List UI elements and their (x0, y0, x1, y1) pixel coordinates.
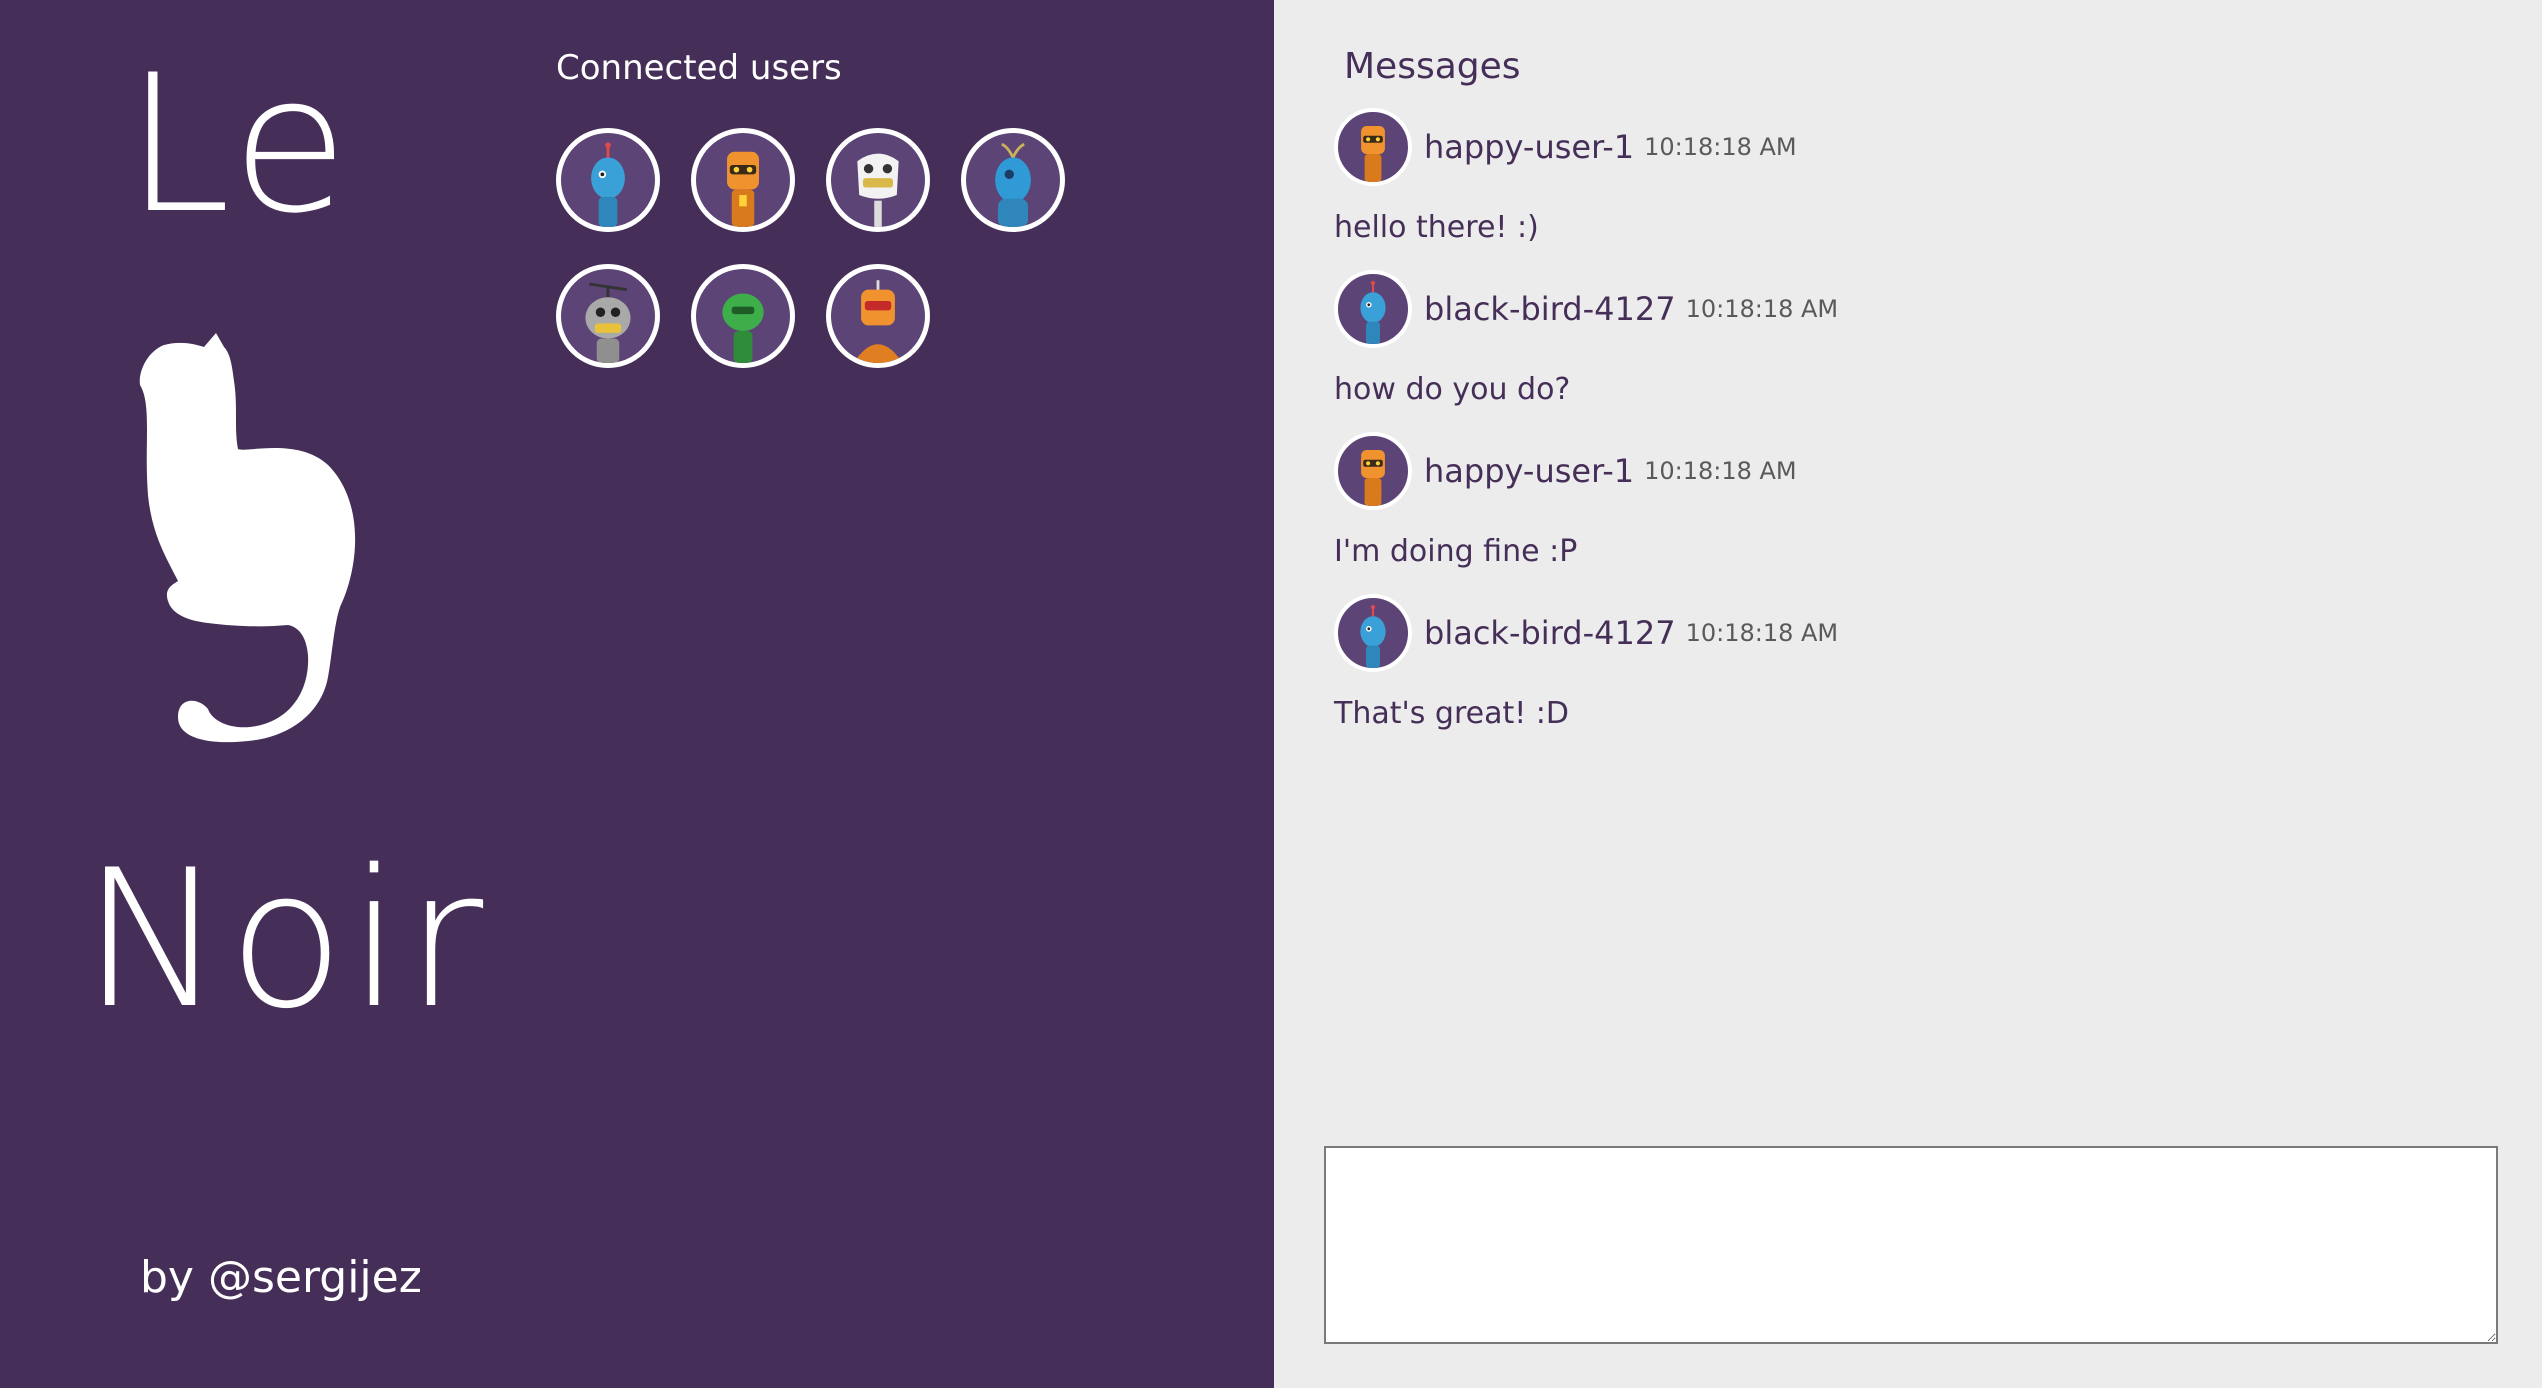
user-avatar-grey-propeller-robot[interactable] (556, 264, 660, 368)
green-robot-icon (722, 293, 764, 363)
blue-antenna-robot-icon (1360, 281, 1386, 344)
message-text: I'm doing fine :P (1334, 534, 1578, 569)
connected-users-list (556, 128, 1196, 368)
message-list: happy-user-1 10:18:18 AM hello there! :)… (1334, 106, 2484, 754)
blue-antenna-robot-icon (591, 142, 625, 227)
message-header: black-bird-4127 10:18:18 AM (1334, 592, 2484, 674)
grey-propeller-robot-icon (585, 282, 631, 363)
logo-title-top: Le (125, 34, 353, 255)
message-header: happy-user-1 10:18:18 AM (1334, 106, 2484, 188)
sidebar-panel: Le Noir by @sergijez Connected users (0, 0, 1274, 1388)
user-avatar-blue-antenna-robot[interactable] (556, 128, 660, 232)
byline: by @sergijez (140, 1252, 422, 1303)
message-header: happy-user-1 10:18:18 AM (1334, 430, 2484, 512)
orange-visor-robot-icon (727, 151, 759, 227)
user-avatar-orange-visor-robot[interactable] (691, 128, 795, 232)
message-item: happy-user-1 10:18:18 AM I'm doing fine … (1334, 430, 2484, 592)
message-item: black-bird-4127 10:18:18 AM how do you d… (1334, 268, 2484, 430)
user-avatar-blue-sprout-robot[interactable] (961, 128, 1065, 232)
message-username: black-bird-4127 (1424, 290, 1676, 328)
message-text: That's great! :D (1334, 696, 1569, 731)
message-item: black-bird-4127 10:18:18 AM That's great… (1334, 592, 2484, 754)
message-username: happy-user-1 (1424, 128, 1635, 166)
message-timestamp: 10:18:18 AM (1685, 295, 1839, 323)
message-username: black-bird-4127 (1424, 614, 1676, 652)
logo-title-bottom: Noir (82, 829, 488, 1050)
message-header: black-bird-4127 10:18:18 AM (1334, 268, 2484, 350)
message-avatar[interactable] (1334, 432, 1412, 510)
message-avatar[interactable] (1334, 108, 1412, 186)
blue-antenna-robot-icon (1360, 605, 1386, 668)
message-text: hello there! :) (1334, 210, 1539, 245)
message-timestamp: 10:18:18 AM (1644, 457, 1797, 485)
user-avatar-orange-red-visor-robot[interactable] (826, 264, 930, 368)
user-avatar-white-ghost-robot[interactable] (826, 128, 930, 232)
message-avatar[interactable] (1334, 594, 1412, 672)
message-text: how do you do? (1334, 372, 1571, 407)
orange-red-visor-robot-icon (853, 280, 903, 363)
white-ghost-robot-icon (857, 153, 899, 227)
message-username: happy-user-1 (1424, 452, 1635, 490)
message-timestamp: 10:18:18 AM (1644, 133, 1797, 161)
connected-users-title: Connected users (556, 48, 842, 88)
messages-title: Messages (1344, 46, 1521, 87)
message-item: happy-user-1 10:18:18 AM hello there! :) (1334, 106, 2484, 268)
message-avatar[interactable] (1334, 270, 1412, 348)
cat-silhouette-icon (139, 333, 356, 743)
message-input[interactable] (1324, 1146, 2498, 1344)
blue-sprout-robot-icon (995, 142, 1031, 227)
user-avatar-green-robot[interactable] (691, 264, 795, 368)
orange-visor-robot-icon (1361, 450, 1385, 506)
orange-visor-robot-icon (1361, 126, 1385, 182)
message-timestamp: 10:18:18 AM (1685, 619, 1839, 647)
